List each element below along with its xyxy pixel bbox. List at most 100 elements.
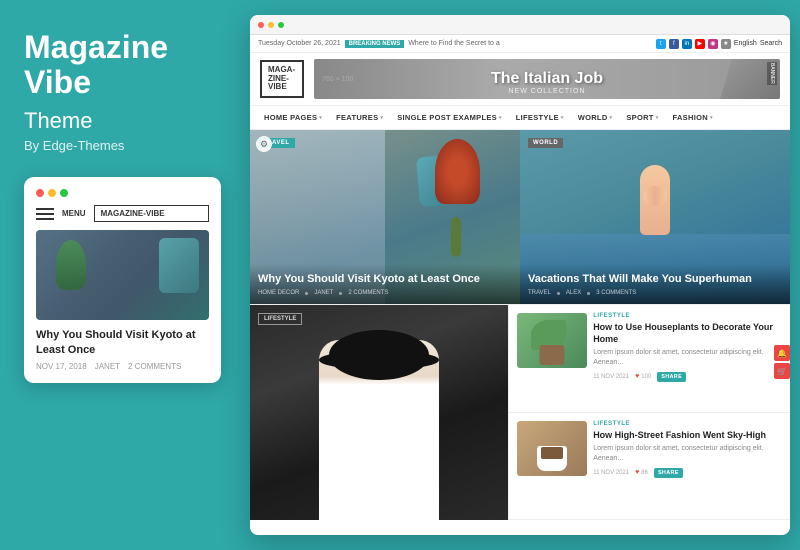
mobile-mockup: MENU MAGAZINE-VIBE Why You Should Visit …	[24, 177, 221, 383]
mockup-hero-image	[36, 230, 209, 320]
article-thumb-2	[517, 421, 587, 476]
likes-count-1: 100	[641, 374, 651, 380]
banner-title: The Italian Job	[491, 70, 603, 88]
nav-fashion-chevron: ▾	[710, 115, 713, 121]
article-meta-1: 11 NOV 2021 ♥ 100 SHARE	[593, 372, 782, 382]
meta-separator-3	[557, 292, 560, 295]
featured-left-overlay: Why You Should Visit Kyoto at Least Once…	[250, 264, 520, 304]
site-logo: MAGA- ZINE- VIBE	[260, 60, 304, 98]
article-date-2: 11 NOV 2021	[593, 470, 629, 476]
mockup-meta-date: NOV 17, 2018	[36, 362, 87, 371]
nav-sport[interactable]: SPORT ▾	[620, 106, 664, 129]
logo-line3: VIBE	[268, 83, 296, 92]
article-category-1: LIFESTYLE	[593, 313, 782, 319]
nav-fashion[interactable]: FASHION ▾	[667, 106, 719, 129]
featured-left-title: Why You Should Visit Kyoto at Least Once	[258, 272, 512, 286]
settings-icon[interactable]: ⚙	[256, 136, 272, 152]
notification-icon[interactable]: 🔔	[774, 345, 790, 361]
hat-brim	[319, 350, 439, 370]
breaking-news-text: Where to Find the Secret to a	[408, 40, 499, 47]
featured-right-meta: TRAVEL ALEX 3 COMMENTS	[528, 290, 782, 296]
article-title-1[interactable]: How to Use Houseplants to Decorate Your …	[593, 322, 782, 345]
featured-right-author: ALEX	[566, 290, 581, 296]
nav-lifestyle-chevron: ▾	[561, 115, 564, 121]
dot-yellow	[48, 189, 56, 197]
mockup-dots	[36, 189, 209, 197]
nav-features[interactable]: FEATURES ▾	[330, 106, 389, 129]
nav-fashion-label: FASHION	[673, 113, 708, 122]
girl-hat	[329, 330, 429, 380]
featured-left-comments: 2 COMMENTS	[348, 290, 388, 296]
heart-icon-2: ♥	[635, 469, 639, 476]
share-button-1[interactable]: SHARE	[657, 372, 686, 382]
nav-single-post[interactable]: SINGLE POST EXAMPLES ▾	[391, 106, 508, 129]
featured-article-right[interactable]: WORLD Vacations That Will Make You Super…	[520, 130, 790, 304]
article-date-1: 11 NOV 2021	[593, 374, 629, 380]
instagram-icon[interactable]: ◉	[708, 39, 718, 49]
nav-home-pages[interactable]: HOME PAGES ▾	[258, 106, 328, 129]
nav-world-label: WORLD	[578, 113, 608, 122]
article-card-1: LIFESTYLE How to Use Houseplants to Deco…	[509, 305, 790, 413]
search-topbar-label[interactable]: Search	[760, 40, 782, 47]
lifestyle-image	[250, 305, 508, 520]
likes-count-2: 86	[641, 470, 648, 476]
nav-lifestyle[interactable]: LIFESTYLE ▾	[510, 106, 570, 129]
mockup-logo: MAGAZINE-VIBE	[94, 205, 209, 222]
meta-separator-4	[587, 292, 590, 295]
featured-left-category: HOME DECOR	[258, 290, 299, 296]
header-banner: 760 × 100 The Italian Job NEW COLLECTION…	[314, 59, 780, 99]
chrome-close-dot[interactable]	[258, 22, 264, 28]
mockup-meta-comments: 2 COMMENTS	[128, 362, 181, 371]
coffee-cup-decoration	[537, 446, 567, 471]
nav-features-chevron: ▾	[380, 115, 383, 121]
nav-world[interactable]: WORLD ▾	[572, 106, 619, 129]
browser-window: Tuesday October 26, 2021 BREAKING NEWS W…	[250, 15, 790, 535]
featured-article-left[interactable]: TRAVEL Why You Should Visit Kyoto at Lea…	[250, 130, 520, 304]
lifestyle-tag: LIFESTYLE	[258, 313, 302, 325]
share-button-2[interactable]: SHARE	[654, 468, 683, 478]
cart-icon[interactable]: 🛒	[774, 363, 790, 379]
nav-lifestyle-label: LIFESTYLE	[516, 113, 559, 122]
mockup-meta-author: JANET	[95, 362, 120, 371]
featured-left-meta: HOME DECOR JANET 2 COMMENTS	[258, 290, 512, 296]
article-category-2: LIFESTYLE	[593, 421, 782, 427]
site-header: MAGA- ZINE- VIBE 760 × 100 The Italian J…	[250, 53, 790, 106]
heart-icon-1: ♥	[635, 373, 639, 380]
article-title-2[interactable]: How High-Street Fashion Went Sky-High	[593, 430, 782, 442]
article-info-1: LIFESTYLE How to Use Houseplants to Deco…	[593, 313, 782, 404]
site-navigation: HOME PAGES ▾ FEATURES ▾ SINGLE POST EXAM…	[250, 106, 790, 130]
featured-row: ⚙ TRAVEL Why You Should Visit Kyoto at L…	[250, 130, 790, 305]
banner-subtitle: NEW COLLECTION	[508, 88, 585, 95]
plant-decoration	[56, 240, 86, 290]
lang-selector[interactable]: English	[734, 40, 757, 47]
chrome-max-dot[interactable]	[278, 22, 284, 28]
nav-sport-label: SPORT	[626, 113, 653, 122]
nav-sport-chevron: ▾	[656, 115, 659, 121]
youtube-icon[interactable]: ▶	[695, 39, 705, 49]
lifestyle-feature[interactable]: LIFESTYLE	[250, 305, 509, 520]
article-card-2: LIFESTYLE How High-Street Fashion Went S…	[509, 413, 790, 521]
twitter-icon[interactable]: t	[656, 39, 666, 49]
plant-decoration	[435, 139, 480, 204]
meta-separator	[305, 292, 308, 295]
pillow-decoration	[159, 238, 199, 293]
dot-green	[60, 189, 68, 197]
star-icon[interactable]: ★	[721, 39, 731, 49]
banner-size: 760 × 100	[322, 76, 353, 83]
article-meta-2: 11 NOV 2021 ♥ 86 SHARE	[593, 468, 782, 478]
brand-subtitle: Theme	[24, 108, 221, 134]
article-likes-2: ♥ 86	[635, 469, 648, 476]
linkedin-icon[interactable]: in	[682, 39, 692, 49]
hamburger-icon[interactable]	[36, 208, 54, 220]
nav-world-chevron: ▾	[610, 115, 613, 121]
pot-decoration	[540, 345, 565, 365]
site-topbar: Tuesday October 26, 2021 BREAKING NEWS W…	[250, 35, 790, 53]
girl-figure-decoration	[319, 340, 439, 520]
article-excerpt-2: Lorem ipsum dolor sit amet, consectetur …	[593, 444, 782, 464]
featured-right-title: Vacations That Will Make You Superhuman	[528, 272, 782, 286]
mockup-article-title: Why You Should Visit Kyoto at Least Once	[36, 328, 209, 357]
facebook-icon[interactable]: f	[669, 39, 679, 49]
chrome-min-dot[interactable]	[268, 22, 274, 28]
menu-label: MENU	[62, 209, 86, 218]
bottom-content: LIFESTYLE 🔔 🛒 LIFESTYLE How to Use House…	[250, 305, 790, 520]
